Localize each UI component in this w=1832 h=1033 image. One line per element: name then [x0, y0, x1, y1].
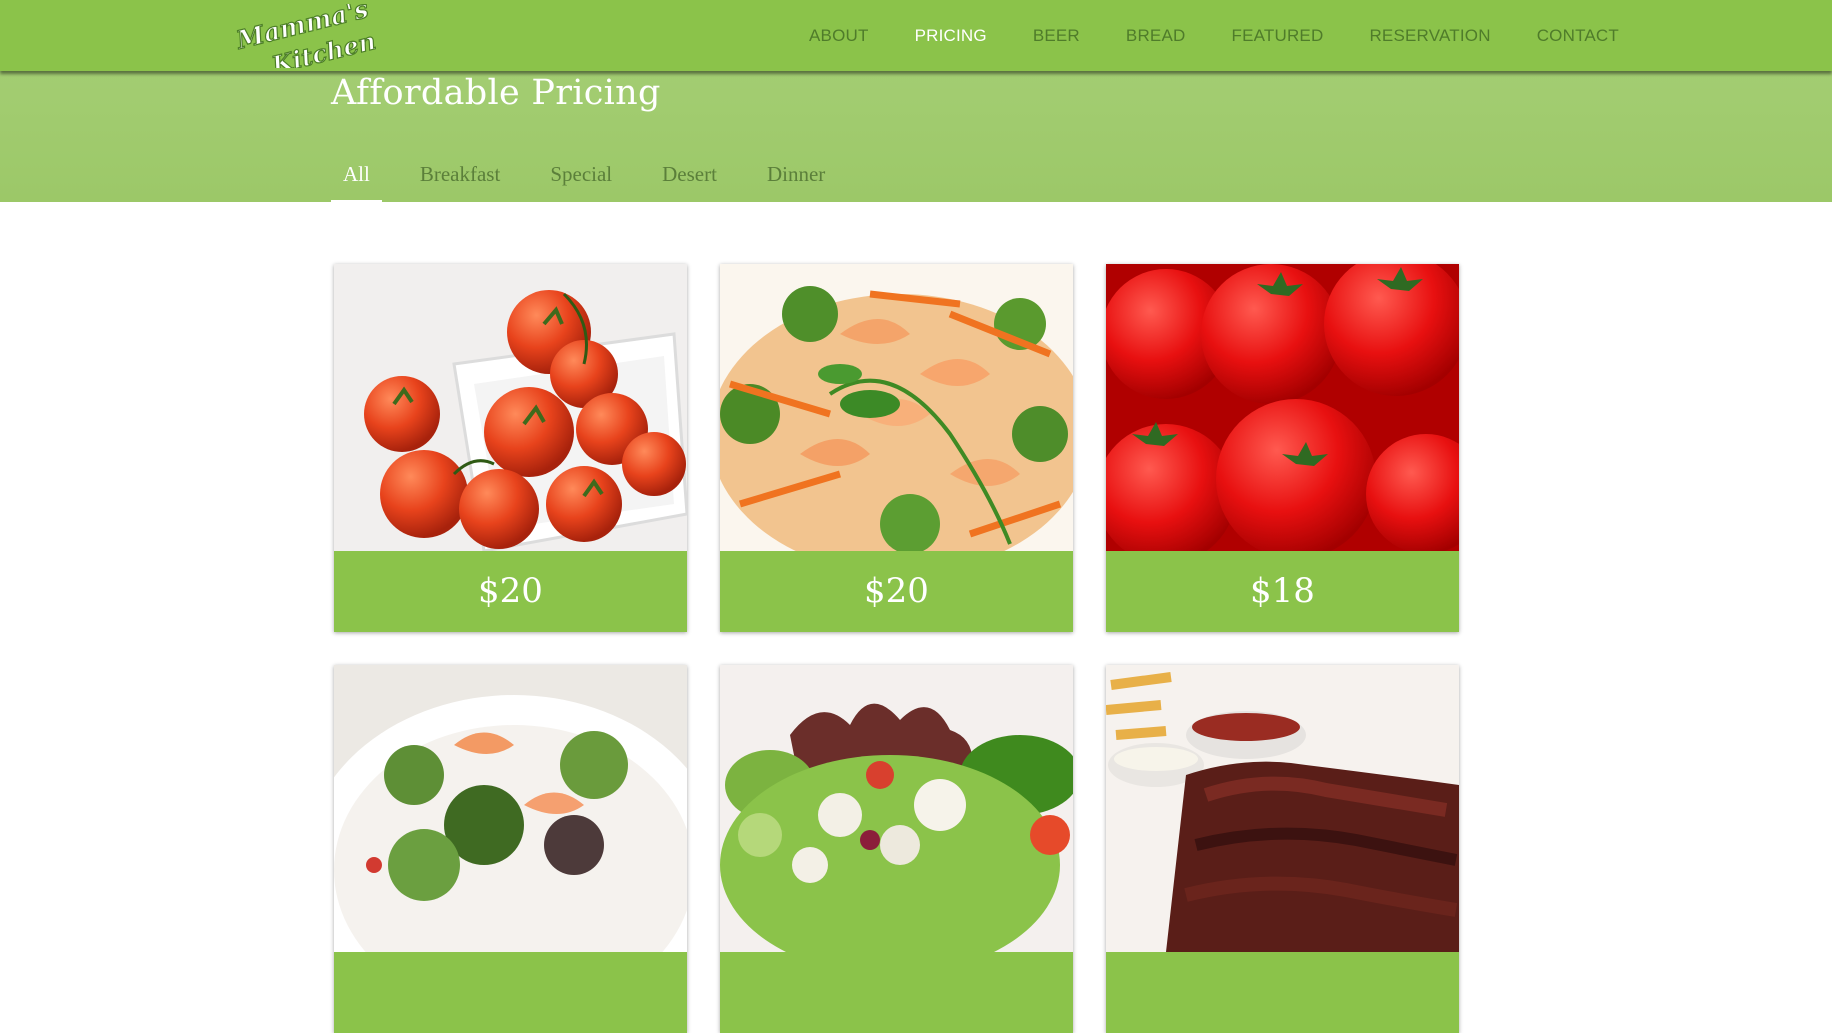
nav-featured[interactable]: FEATURED: [1231, 26, 1323, 46]
page-title: Affordable Pricing: [331, 73, 661, 113]
nav-about[interactable]: ABOUT: [809, 26, 869, 46]
mammas-kitchen-logo[interactable]: Mamma's Kitchen: [231, 4, 381, 68]
red-tomatoes-image: [1106, 264, 1459, 551]
tab-special[interactable]: Special: [538, 159, 624, 202]
shrimp-stir-fry-image: [720, 264, 1073, 551]
menu-card[interactable]: $20: [334, 264, 687, 632]
price-label: [1106, 952, 1459, 1033]
menu-card[interactable]: [1106, 665, 1459, 1033]
tab-dinner[interactable]: Dinner: [755, 159, 837, 202]
top-navbar: Mamma's Kitchen ABOUT PRICING BEER BREAD…: [0, 0, 1832, 71]
cherry-tomatoes-image: [334, 264, 687, 551]
price-label: [334, 952, 687, 1033]
nav-reservation[interactable]: RESERVATION: [1369, 26, 1490, 46]
menu-card[interactable]: [334, 665, 687, 1033]
menu-card[interactable]: $18: [1106, 264, 1459, 632]
tab-desert[interactable]: Desert: [650, 159, 729, 202]
bbq-ribs-image: [1106, 665, 1459, 952]
price-label: $18: [1106, 551, 1459, 632]
main-nav: ABOUT PRICING BEER BREAD FEATURED RESERV…: [763, 0, 1619, 71]
nav-contact[interactable]: CONTACT: [1537, 26, 1619, 46]
nav-beer[interactable]: BEER: [1033, 26, 1080, 46]
shrimp-salad-image: [334, 665, 687, 952]
nav-pricing[interactable]: PRICING: [915, 26, 987, 46]
menu-card[interactable]: [720, 665, 1073, 1033]
category-filter-tabs: All Breakfast Special Desert Dinner: [331, 159, 863, 202]
menu-card[interactable]: $20: [720, 264, 1073, 632]
price-label: [720, 952, 1073, 1033]
tab-breakfast[interactable]: Breakfast: [408, 159, 512, 202]
pricing-hero: Affordable Pricing All Breakfast Special…: [0, 71, 1832, 202]
feta-salad-image: [720, 665, 1073, 952]
price-label: $20: [720, 551, 1073, 632]
price-label: $20: [334, 551, 687, 632]
nav-bread[interactable]: BREAD: [1126, 26, 1186, 46]
tab-all[interactable]: All: [331, 159, 382, 202]
